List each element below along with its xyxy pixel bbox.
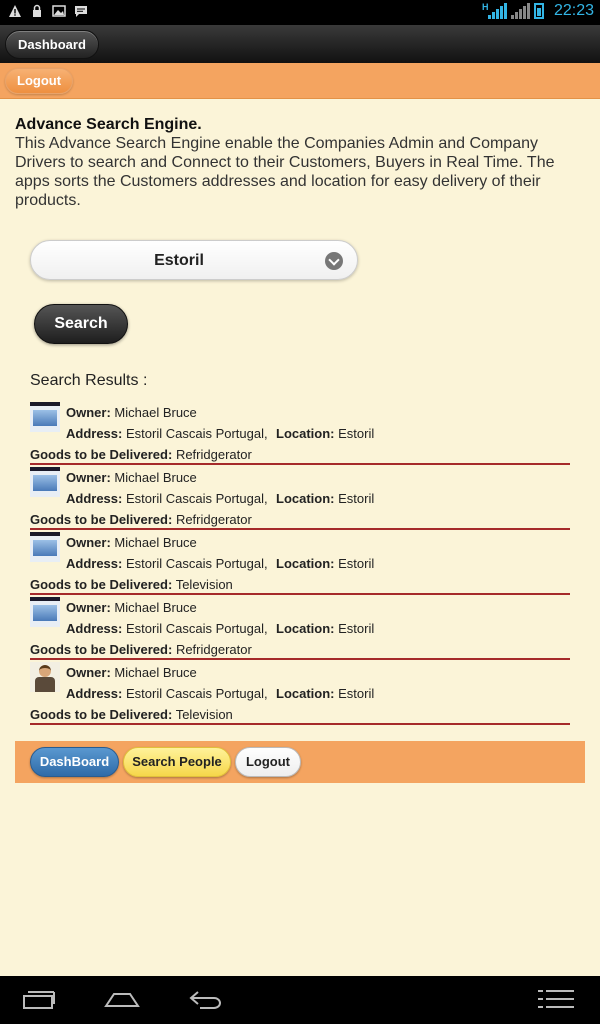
page-title: Advance Search Engine. [15, 116, 202, 133]
lock-icon [30, 4, 44, 18]
location-select[interactable]: Estoril [30, 240, 358, 280]
logout-button[interactable]: Logout [5, 68, 74, 94]
owner-label: Owner: [66, 665, 111, 680]
location-value: Estoril [338, 426, 375, 441]
location-value: Estoril [338, 556, 375, 571]
address-value: Estoril Cascais Portugal, [125, 491, 268, 506]
goods-label: Goods to be Delivered: [30, 642, 173, 657]
location-label: Location: [276, 556, 335, 571]
warning-icon [8, 4, 22, 18]
location-select-value: Estoril [154, 252, 204, 269]
list-item[interactable]: Owner: Michael Bruce Address: Estoril Ca… [30, 595, 570, 660]
owner-value: Michael Bruce [114, 405, 197, 420]
address-value: Estoril Cascais Portugal, [125, 556, 268, 571]
home-icon[interactable] [104, 988, 140, 1010]
footer-dashboard-button[interactable]: DashBoard [30, 747, 119, 777]
list-item[interactable]: Owner: Michael Bruce Address: Estoril Ca… [30, 660, 570, 725]
search-button[interactable]: Search [34, 304, 128, 344]
footer-search-people-button[interactable]: Search People [123, 747, 231, 777]
menu-icon[interactable] [538, 988, 574, 1010]
address-label: Address: [66, 426, 123, 441]
address-label: Address: [66, 556, 123, 571]
footer-navbar: DashBoard Search People Logout [15, 741, 585, 783]
dashboard-button[interactable]: Dashboard [5, 30, 99, 59]
screenshot-thumbnail-icon [30, 402, 60, 432]
chat-icon [74, 4, 88, 18]
goods-label: Goods to be Delivered: [30, 447, 173, 462]
list-item[interactable]: Owner: Michael Bruce Address: Estoril Ca… [30, 400, 570, 465]
person-avatar-icon [30, 662, 60, 692]
location-label: Location: [276, 426, 335, 441]
results-list: Owner: Michael Bruce Address: Estoril Ca… [30, 400, 570, 725]
battery-icon [533, 3, 544, 19]
app-header: Dashboard [0, 25, 600, 63]
status-clock: 22:23 [553, 2, 594, 19]
location-label: Location: [276, 491, 335, 506]
goods-label: Goods to be Delivered: [30, 707, 173, 722]
goods-label: Goods to be Delivered: [30, 577, 173, 592]
list-item[interactable]: Owner: Michael Bruce Address: Estoril Ca… [30, 530, 570, 595]
recent-apps-icon[interactable] [22, 988, 56, 1010]
location-value: Estoril [338, 686, 375, 701]
search-results-title: Search Results : [30, 372, 148, 389]
location-value: Estoril [338, 621, 375, 636]
address-label: Address: [66, 621, 123, 636]
address-value: Estoril Cascais Portugal, [125, 621, 268, 636]
intro-section: Advance Search Engine. This Advance Sear… [15, 115, 575, 210]
owner-value: Michael Bruce [114, 665, 197, 680]
screenshot-thumbnail-icon [30, 532, 60, 562]
network-type-badge: H [481, 2, 489, 12]
address-label: Address: [66, 686, 123, 701]
image-icon [52, 4, 66, 18]
secondary-signal-icon [510, 3, 530, 19]
intro-description: This Advance Search Engine enable the Co… [15, 135, 555, 209]
owner-value: Michael Bruce [114, 535, 197, 550]
address-value: Estoril Cascais Portugal, [125, 686, 268, 701]
goods-value: Refridgerator [175, 642, 252, 657]
owner-label: Owner: [66, 405, 111, 420]
footer-logout-button[interactable]: Logout [235, 747, 301, 777]
address-label: Address: [66, 491, 123, 506]
chevron-down-icon [325, 252, 343, 270]
top-action-bar: Logout [0, 63, 600, 99]
owner-label: Owner: [66, 535, 111, 550]
screenshot-thumbnail-icon [30, 597, 60, 627]
owner-label: Owner: [66, 470, 111, 485]
owner-value: Michael Bruce [114, 470, 197, 485]
owner-label: Owner: [66, 600, 111, 615]
location-label: Location: [276, 686, 335, 701]
location-value: Estoril [338, 491, 375, 506]
goods-value: Television [175, 577, 233, 592]
goods-value: Refridgerator [175, 512, 252, 527]
location-label: Location: [276, 621, 335, 636]
owner-value: Michael Bruce [114, 600, 197, 615]
goods-label: Goods to be Delivered: [30, 512, 173, 527]
goods-value: Refridgerator [175, 447, 252, 462]
system-nav-bar [0, 976, 600, 1024]
status-bar: H 22:23 [0, 0, 600, 25]
screenshot-thumbnail-icon [30, 467, 60, 497]
list-item[interactable]: Owner: Michael Bruce Address: Estoril Ca… [30, 465, 570, 530]
back-icon[interactable] [188, 988, 224, 1010]
goods-value: Television [175, 707, 233, 722]
address-value: Estoril Cascais Portugal, [125, 426, 268, 441]
mobile-signal-icon: H [482, 3, 507, 19]
